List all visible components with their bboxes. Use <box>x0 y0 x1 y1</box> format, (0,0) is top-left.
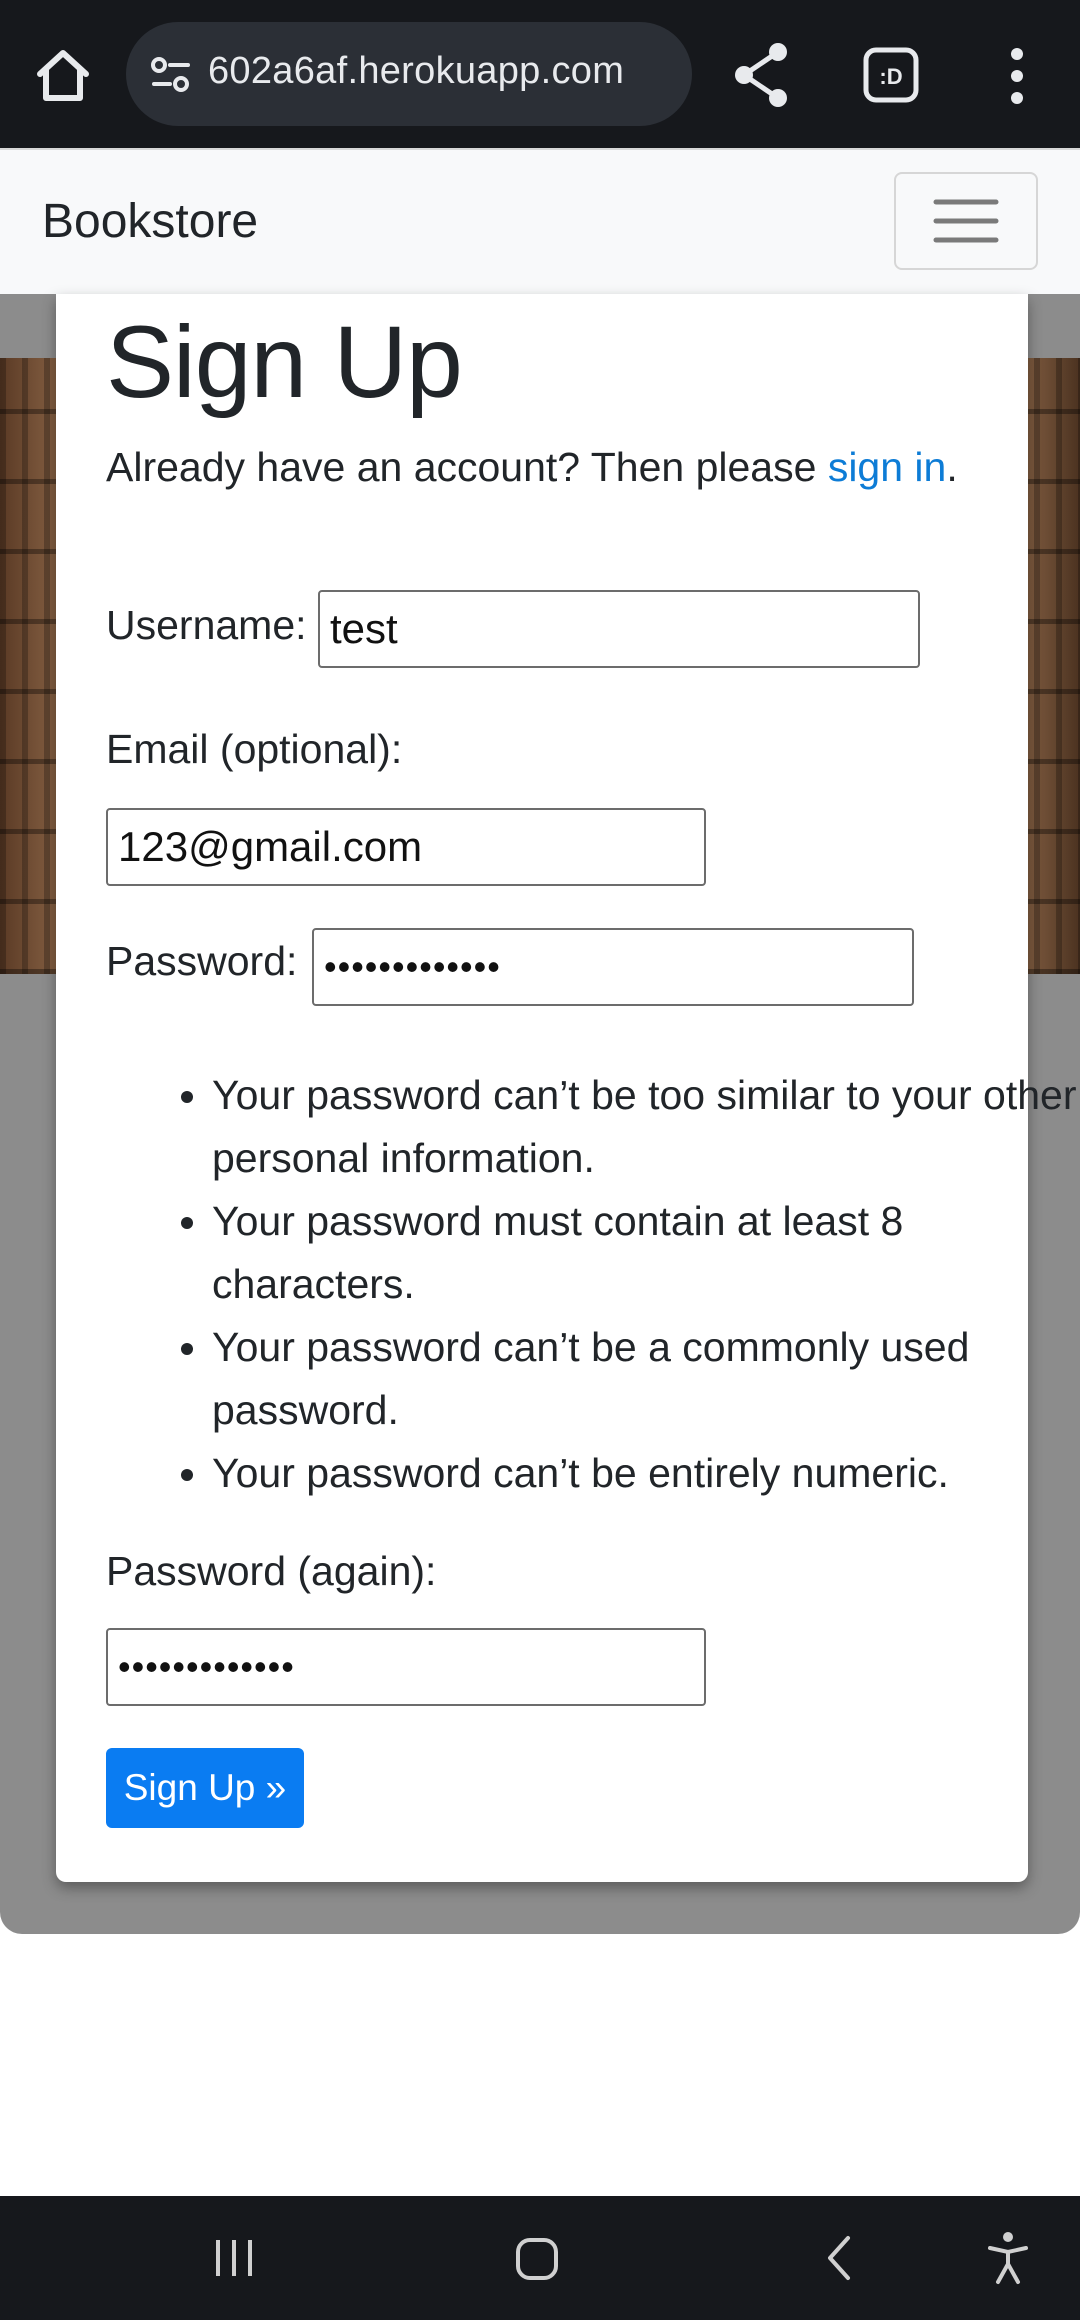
password-rule: Your password can’t be entirely numeric. <box>212 1442 1080 1505</box>
browser-toolbar: 602a6af.herokuapp.com :D <box>0 0 1080 148</box>
signin-prompt-text: Already have an account? Then please <box>106 444 828 490</box>
page-title: Sign Up <box>106 305 463 419</box>
signin-link[interactable]: sign in <box>828 444 947 490</box>
password-rule: Your password can’t be too similar to yo… <box>212 1064 1080 1190</box>
back-icon[interactable] <box>822 2234 856 2287</box>
password-confirm-field[interactable]: ••••••••••••• <box>106 1628 706 1706</box>
password-rules-list: Your password can’t be too similar to yo… <box>106 1064 1080 1505</box>
password-rule: Your password must contain at least 8 ch… <box>212 1190 1080 1316</box>
password-field[interactable]: ••••••••••••• <box>312 928 914 1006</box>
site-settings-icon[interactable] <box>148 52 194 98</box>
home-icon[interactable] <box>28 40 98 110</box>
navbar-toggler-button[interactable] <box>894 172 1038 270</box>
password-label: Password: <box>106 938 298 984</box>
username-field[interactable] <box>318 590 920 668</box>
url-text[interactable]: 602a6af.herokuapp.com <box>208 50 624 93</box>
email-label: Email (optional): <box>106 726 403 772</box>
password-rule: Your password can’t be a commonly used p… <box>212 1316 1080 1442</box>
tabs-count: :D <box>879 64 902 89</box>
recent-apps-icon[interactable] <box>212 2236 256 2285</box>
tabs-icon[interactable]: :D <box>862 46 920 104</box>
home-nav-icon[interactable] <box>514 2236 560 2287</box>
system-navigation-bar <box>0 2196 1080 2320</box>
signup-submit-button[interactable]: Sign Up » <box>106 1748 304 1828</box>
accessibility-icon[interactable] <box>986 2230 1030 2291</box>
share-icon[interactable] <box>730 40 794 110</box>
address-bar[interactable]: 602a6af.herokuapp.com <box>126 22 692 126</box>
site-navbar: Bookstore <box>0 148 1080 296</box>
brand-link[interactable]: Bookstore <box>42 194 258 249</box>
password-confirm-label: Password (again): <box>106 1548 437 1594</box>
email-field[interactable] <box>106 808 706 886</box>
hamburger-icon <box>933 199 999 243</box>
more-options-icon[interactable] <box>1000 44 1034 108</box>
signin-prompt: Already have an account? Then please sig… <box>106 444 958 491</box>
signin-prompt-end: . <box>946 444 958 490</box>
username-label: Username: <box>106 602 307 648</box>
signup-card: Sign Up Already have an account? Then pl… <box>56 294 1076 1882</box>
